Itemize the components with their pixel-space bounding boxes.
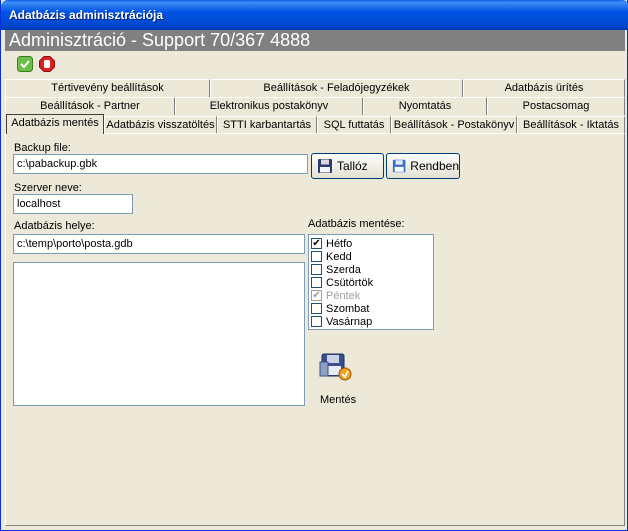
weekday-label: Szombat xyxy=(326,302,370,315)
title-bar[interactable]: Adatbázis adminisztrációja xyxy=(1,0,628,30)
weekday-label: Vasárnap xyxy=(326,315,373,328)
ok-button-label: Rendben xyxy=(410,159,459,173)
weekday-label: Csütörtök xyxy=(326,276,374,289)
weekday-label: Kedd xyxy=(326,250,352,263)
server-name-input[interactable]: localhost xyxy=(13,194,133,214)
weekday-item[interactable]: Kedd xyxy=(311,250,352,263)
database-backup-icon xyxy=(319,353,352,381)
weekday-item[interactable]: ✔ Hétfo xyxy=(311,237,352,250)
tab-adatbazis-urites[interactable]: Adatbázis ürítés xyxy=(463,79,625,97)
banner-text: Adminisztráció - Support 70/367 4888 xyxy=(9,30,311,50)
tab-partner[interactable]: Beállítások - Partner xyxy=(5,97,175,115)
ok-toolbar-button[interactable] xyxy=(17,56,33,72)
tab-sql-futtatas[interactable]: SQL futtatás xyxy=(317,116,391,134)
checkbox[interactable] xyxy=(311,316,322,327)
browse-button[interactable]: Tallóz xyxy=(311,153,384,179)
weekday-item[interactable]: Szerda xyxy=(311,263,361,276)
floppy-disk-icon xyxy=(318,159,332,173)
tab-feladojegyzekek[interactable]: Beállítások - Feladójegyzékek xyxy=(210,79,463,97)
weekday-checklist: ✔ Hétfo Kedd Szerda Csütörtök ✔ Péntek Szombat V… xyxy=(308,234,434,330)
green-check-icon xyxy=(17,56,33,72)
checkbox[interactable]: ✔ xyxy=(311,238,322,249)
weekday-item[interactable]: Vasárnap xyxy=(311,315,372,328)
checkbox[interactable] xyxy=(311,277,322,288)
tab-elektronikus-postakonyv[interactable]: Elektronikus postakönyv xyxy=(175,97,363,115)
schedule-label: Adatbázis mentése: xyxy=(308,218,405,230)
tab-stti-karbantartas[interactable]: STTI karbantartás xyxy=(217,116,317,134)
weekday-label: Péntek xyxy=(326,289,361,302)
save-label: Mentés xyxy=(320,394,357,406)
weekday-label: Hétfo xyxy=(326,237,353,250)
stop-toolbar-button[interactable] xyxy=(39,56,55,72)
tab-adatbazis-visszatoltes[interactable]: Adatbázis visszatöltés xyxy=(104,116,217,134)
checkbox[interactable] xyxy=(311,264,322,275)
db-path-label: Adatbázis helye: xyxy=(14,220,95,232)
tab-postacsomag[interactable]: Postacsomag xyxy=(487,97,625,115)
log-memo[interactable] xyxy=(13,262,305,406)
stop-hand-icon xyxy=(39,56,55,72)
checkbox[interactable] xyxy=(311,251,322,262)
tab-tertiveveny[interactable]: Tértivevény beállítások xyxy=(5,79,210,97)
tab-beallitasok-postakonyv[interactable]: Beállítások - Postakönyv xyxy=(391,116,517,134)
db-path-input[interactable]: c:\temp\porto\posta.gdb xyxy=(13,234,305,254)
ok-button[interactable]: Rendben xyxy=(386,153,460,179)
app-window: Adatbázis adminisztrációja Adminisztráci… xyxy=(0,0,628,531)
server-name-label: Szerver neve: xyxy=(14,182,82,194)
browse-button-label: Tallóz xyxy=(337,159,368,173)
weekday-item[interactable]: Csütörtök xyxy=(311,276,373,289)
checkbox: ✔ xyxy=(311,290,322,301)
window-title: Adatbázis adminisztrációja xyxy=(9,8,164,22)
backup-panel: Backup file: c:\pabackup.gbk Tallóz Rend… xyxy=(5,133,625,526)
support-banner: Adminisztráció - Support 70/367 4888 xyxy=(5,30,625,51)
floppy-disk-icon xyxy=(392,159,406,173)
tab-beallitasok-iktatas[interactable]: Beállítások - Iktatás xyxy=(517,116,625,134)
backup-file-label: Backup file: xyxy=(14,142,71,154)
checkbox[interactable] xyxy=(311,303,322,314)
weekday-item: ✔ Péntek xyxy=(311,289,360,302)
save-action-button[interactable] xyxy=(319,350,353,384)
tab-strip: Tértivevény beállítások Beállítások - Fe… xyxy=(5,79,625,134)
tab-nyomtatas[interactable]: Nyomtatás xyxy=(363,97,487,115)
weekday-label: Szerda xyxy=(326,263,361,276)
weekday-item[interactable]: Szombat xyxy=(311,302,369,315)
backup-file-input[interactable]: c:\pabackup.gbk xyxy=(13,154,308,174)
tab-adatbazis-mentes[interactable]: Adatbázis mentés xyxy=(6,114,104,134)
